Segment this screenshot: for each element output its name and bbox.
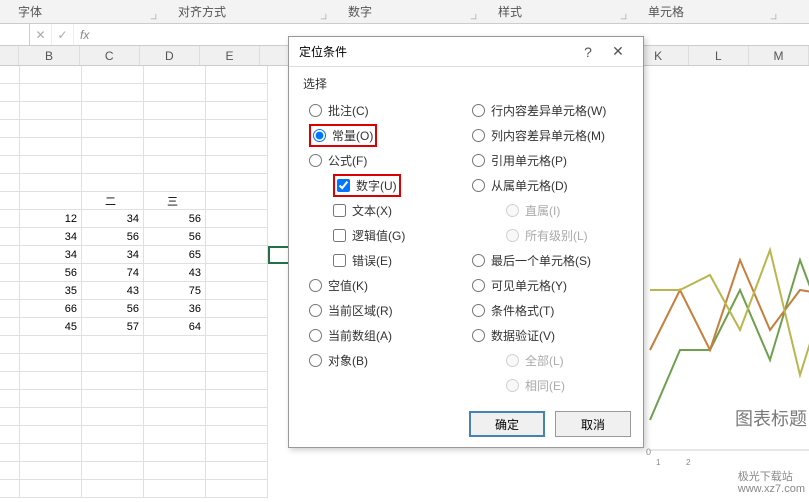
option-blanks[interactable]: 空值(K) <box>303 273 466 298</box>
fx-icon[interactable]: fx <box>74 28 95 42</box>
help-button[interactable]: ? <box>573 44 603 60</box>
option-all-levels: 所有级别(L) <box>466 223 629 248</box>
section-label: 选择 <box>303 75 629 92</box>
col-label: 三 <box>144 192 206 210</box>
dialog-titlebar: 定位条件 ? ✕ <box>289 37 643 67</box>
option-dependents[interactable]: 从属单元格(D) <box>466 173 629 198</box>
svg-text:2: 2 <box>686 458 691 467</box>
option-visible[interactable]: 可见单元格(Y) <box>466 273 629 298</box>
svg-text:1: 1 <box>656 458 661 467</box>
option-current-array[interactable]: 当前数组(A) <box>303 323 466 348</box>
ribbon-tab-style[interactable]: 样式 <box>480 0 630 23</box>
col-corner[interactable] <box>0 46 19 65</box>
option-cond-fmt[interactable]: 条件格式(T) <box>466 298 629 323</box>
ribbon-tab-cell[interactable]: 单元格 <box>630 0 780 23</box>
close-icon[interactable]: ✕ <box>603 43 633 60</box>
ribbon-tab-font[interactable]: 字体 <box>0 0 160 23</box>
col-label: 二 <box>82 192 144 210</box>
option-current-region[interactable]: 当前区域(R) <box>303 298 466 323</box>
name-box[interactable] <box>0 24 30 45</box>
ribbon-tab-number-label: 数字 <box>348 3 372 20</box>
dialog-right-column: 行内容差异单元格(W) 列内容差异单元格(M) 引用单元格(P) 从属单元格(D… <box>466 98 629 398</box>
chart-title: 图表标题 <box>735 405 807 431</box>
watermark-name: 极光下载站 <box>738 471 805 483</box>
option-col-diff[interactable]: 列内容差异单元格(M) <box>466 123 629 148</box>
watermark: 极光下载站 www.xz7.com <box>702 468 805 498</box>
dialog-left-column: 批注(C) 常量(O) 公式(F) 数字(U) 文本(X) 逻辑值(G) 错误(… <box>303 98 466 398</box>
ok-button[interactable]: 确定 <box>469 411 545 437</box>
ribbon-tab-cell-label: 单元格 <box>648 3 684 20</box>
dialog-title: 定位条件 <box>299 43 573 60</box>
option-text[interactable]: 文本(X) <box>303 198 466 223</box>
confirm-icon[interactable]: ✓ <box>52 24 74 45</box>
watermark-url: www.xz7.com <box>738 483 805 495</box>
ribbon-tab-number[interactable]: 数字 <box>330 0 480 23</box>
ribbon-tab-style-label: 样式 <box>498 3 522 20</box>
option-same: 相同(E) <box>466 373 629 398</box>
ribbon: 字体 对齐方式 数字 样式 单元格 <box>0 0 809 24</box>
series-line-3 <box>650 250 809 375</box>
cancel-icon[interactable]: ✕ <box>30 24 52 45</box>
option-last-cell[interactable]: 最后一个单元格(S) <box>466 248 629 273</box>
option-row-diff[interactable]: 行内容差异单元格(W) <box>466 98 629 123</box>
cancel-button[interactable]: 取消 <box>555 411 631 437</box>
series-line-1 <box>650 260 809 420</box>
goto-special-dialog: 定位条件 ? ✕ 选择 批注(C) 常量(O) 公式(F) 数字(U) 文本(X… <box>288 36 644 448</box>
series-line-2 <box>650 260 809 350</box>
ribbon-tab-align-label: 对齐方式 <box>178 3 226 20</box>
line-chart[interactable]: 0 1 2 <box>640 230 809 490</box>
col-header[interactable]: E <box>200 46 260 65</box>
dialog-footer: 确定 取消 <box>469 411 631 437</box>
option-all: 全部(L) <box>466 348 629 373</box>
option-formulas[interactable]: 公式(F) <box>303 148 466 173</box>
option-data-valid[interactable]: 数据验证(V) <box>466 323 629 348</box>
option-errors[interactable]: 错误(E) <box>303 248 466 273</box>
col-header[interactable]: M <box>749 46 809 65</box>
col-header[interactable]: B <box>19 46 79 65</box>
col-header[interactable]: C <box>80 46 140 65</box>
option-objects[interactable]: 对象(B) <box>303 348 466 373</box>
watermark-logo-icon <box>702 468 732 498</box>
option-logicals[interactable]: 逻辑值(G) <box>303 223 466 248</box>
col-header[interactable]: D <box>140 46 200 65</box>
ribbon-tab-font-label: 字体 <box>18 3 42 20</box>
col-header[interactable]: L <box>689 46 749 65</box>
option-direct: 直属(I) <box>466 198 629 223</box>
ribbon-tab-align[interactable]: 对齐方式 <box>160 0 330 23</box>
option-comments[interactable]: 批注(C) <box>303 98 466 123</box>
option-numbers[interactable]: 数字(U) <box>303 173 466 198</box>
option-precedents[interactable]: 引用单元格(P) <box>466 148 629 173</box>
y-tick: 0 <box>646 447 651 457</box>
option-constants[interactable]: 常量(O) <box>303 123 466 148</box>
